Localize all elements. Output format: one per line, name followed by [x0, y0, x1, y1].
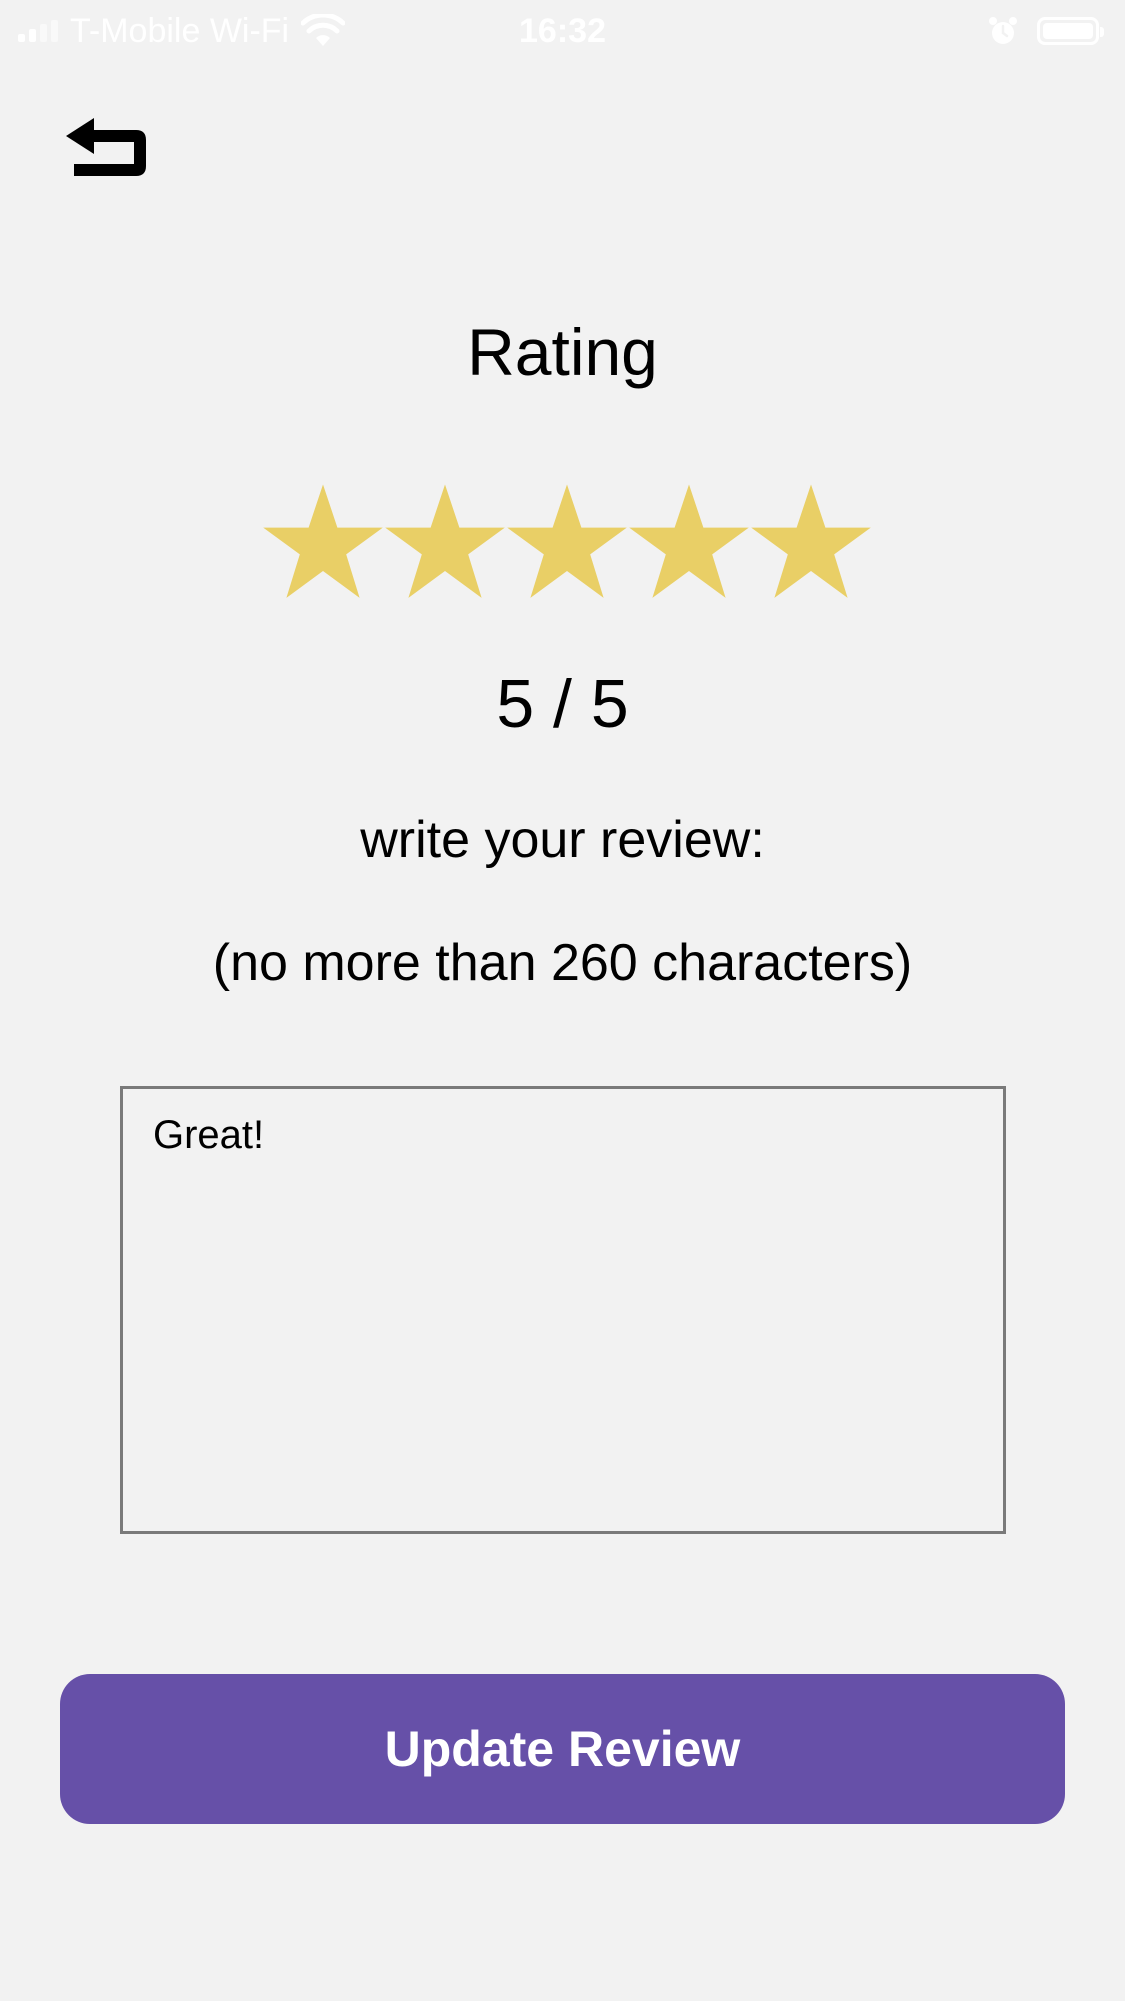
status-bar: T-Mobile Wi-Fi 16:32 [0, 0, 1125, 62]
battery-level [1043, 23, 1093, 39]
star-icon[interactable] [262, 484, 384, 602]
star-icon[interactable] [506, 484, 628, 602]
return-arrow-icon [66, 118, 146, 176]
rating-title: Rating [467, 315, 658, 389]
character-limit-note: (no more than 260 characters) [212, 934, 913, 992]
review-textarea[interactable]: Great! [120, 1086, 1006, 1534]
star-icon[interactable] [384, 484, 506, 602]
status-right [987, 12, 1104, 50]
review-prompt: write your review: [360, 811, 765, 869]
status-time: 16:32 [519, 12, 606, 50]
alarm-icon [989, 17, 1017, 44]
star-icon[interactable] [628, 484, 750, 602]
update-review-button[interactable]: Update Review [60, 1674, 1065, 1824]
back-button[interactable] [62, 118, 152, 186]
rating-score: 5 / 5 [496, 666, 629, 742]
battery-icon [1037, 17, 1104, 45]
star-icon[interactable] [750, 484, 872, 602]
star-rating[interactable] [262, 484, 872, 602]
